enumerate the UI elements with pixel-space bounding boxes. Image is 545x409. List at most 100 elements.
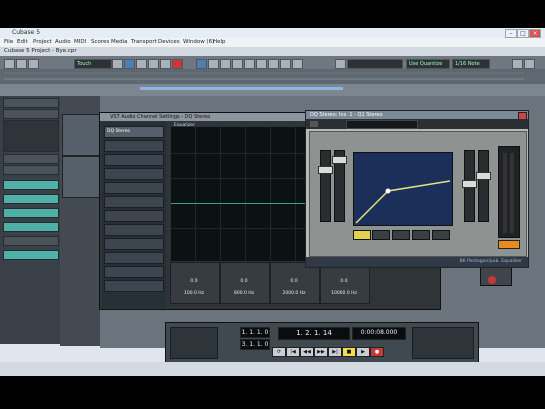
activate-project-button[interactable] xyxy=(4,59,15,69)
zoom-tool[interactable] xyxy=(256,59,267,69)
loop-button[interactable] xyxy=(112,59,123,69)
input-gain-knob[interactable] xyxy=(318,166,333,174)
auto-button[interactable] xyxy=(432,230,450,240)
insert-slot[interactable] xyxy=(104,196,164,208)
menu-help[interactable]: Help xyxy=(213,39,226,45)
snap-button[interactable] xyxy=(335,59,346,69)
output-knob[interactable] xyxy=(476,172,491,180)
compression-curve-display[interactable] xyxy=(353,152,453,226)
play-button[interactable] xyxy=(160,59,171,69)
punch-button[interactable] xyxy=(124,59,135,69)
left-locator[interactable]: 1. 1. 1. 0 xyxy=(240,327,270,338)
soft-knee-button[interactable] xyxy=(353,230,371,240)
insert-slot[interactable] xyxy=(104,140,164,152)
inspector-section-sends[interactable] xyxy=(3,208,59,218)
preset-select[interactable] xyxy=(346,120,418,129)
quantize-select[interactable]: 1/16 Note xyxy=(452,59,490,69)
eq-band-1[interactable]: 0.0 100.0 Hz xyxy=(170,262,220,304)
inspector-section-quick-controls[interactable] xyxy=(3,250,59,260)
eq-band-4[interactable]: 0.0 10000.0 Hz xyxy=(320,262,370,304)
play-tool[interactable] xyxy=(292,59,303,69)
window-layout-button[interactable] xyxy=(524,59,535,69)
inspector-section-notepad[interactable] xyxy=(3,236,59,246)
menu-project[interactable]: Project xyxy=(33,39,52,45)
minimize-button[interactable]: – xyxy=(505,29,517,38)
insert-slot[interactable] xyxy=(104,280,164,292)
insert-slot[interactable] xyxy=(104,238,164,250)
glue-tool[interactable] xyxy=(232,59,243,69)
release-button[interactable] xyxy=(412,230,430,240)
timeline-ruler[interactable] xyxy=(0,84,545,96)
menu-devices[interactable]: Devices xyxy=(158,39,180,45)
maximize-button[interactable]: □ xyxy=(517,29,529,38)
clip-indicator[interactable] xyxy=(498,240,520,249)
track-audio-1[interactable] xyxy=(62,114,100,156)
close-button[interactable]: × xyxy=(529,29,541,38)
menu-file[interactable]: File xyxy=(4,39,13,45)
insert-slot[interactable] xyxy=(104,224,164,236)
menu-window[interactable]: Window (6) xyxy=(183,39,214,45)
record-button[interactable]: ● xyxy=(370,347,384,357)
play-button[interactable]: ▶ xyxy=(356,347,370,357)
insert-slot[interactable] xyxy=(104,168,164,180)
inspector-track-header[interactable] xyxy=(3,98,59,108)
eq-band-3[interactable]: 0.0 2000.0 Hz xyxy=(270,262,320,304)
grid-type-select[interactable]: Use Quantize xyxy=(406,59,450,69)
cycle-button[interactable]: ⟳ xyxy=(272,347,286,357)
bypass-button[interactable] xyxy=(310,121,318,127)
draw-tool[interactable] xyxy=(280,59,291,69)
insert-slot[interactable] xyxy=(104,182,164,194)
input-gain-fader[interactable] xyxy=(320,150,331,222)
forward-button[interactable]: ▶▶ xyxy=(314,347,328,357)
menu-midi[interactable]: MIDI xyxy=(74,39,86,45)
makeup-gain-knob[interactable] xyxy=(462,180,477,188)
eq-band-2[interactable]: 0.0 800.0 Hz xyxy=(220,262,270,304)
insert-slot[interactable] xyxy=(104,266,164,278)
stop-button[interactable] xyxy=(148,59,159,69)
erase-tool[interactable] xyxy=(244,59,255,69)
secondary-time-display[interactable]: 0:00:08.000 xyxy=(352,327,406,340)
cycle-range[interactable] xyxy=(140,87,343,90)
right-locator[interactable]: 3. 1. 1. 0 xyxy=(240,339,270,350)
automation-mode-select[interactable]: Touch xyxy=(74,59,112,69)
ratio-button[interactable] xyxy=(372,230,390,240)
channel-track-name[interactable]: DQ Stereo xyxy=(104,126,164,138)
split-tool[interactable] xyxy=(220,59,231,69)
mute-tool[interactable] xyxy=(268,59,279,69)
primary-time-display[interactable]: 1. 2. 1. 14 xyxy=(278,327,350,340)
inspector-section-equalizers[interactable] xyxy=(3,194,59,204)
color-button[interactable] xyxy=(512,59,523,69)
insert-slot[interactable] xyxy=(104,252,164,264)
menu-edit[interactable]: Edit xyxy=(17,39,28,45)
menu-audio[interactable]: Audio xyxy=(55,39,71,45)
rewind-button[interactable] xyxy=(136,59,147,69)
threshold-knob[interactable] xyxy=(332,156,347,164)
rewind-button[interactable]: ◀◀ xyxy=(300,347,314,357)
inspector-buttons[interactable] xyxy=(3,109,59,119)
track-audio-2[interactable] xyxy=(62,156,100,198)
constrain-delay-button[interactable] xyxy=(16,59,27,69)
record-button[interactable] xyxy=(172,59,183,69)
go-to-end-button[interactable]: ▶| xyxy=(328,347,342,357)
info-line xyxy=(0,69,545,84)
inspector-input[interactable] xyxy=(3,154,59,164)
record-enable-icon[interactable] xyxy=(488,276,496,284)
object-selection-tool[interactable] xyxy=(196,59,207,69)
insert-slot[interactable] xyxy=(104,154,164,166)
menu-media[interactable]: Media xyxy=(111,39,128,45)
output-fader[interactable] xyxy=(478,150,489,222)
inspector-volume[interactable] xyxy=(3,120,59,152)
inspector-output[interactable] xyxy=(3,165,59,175)
eq-band-1-freq: 100.0 Hz xyxy=(183,291,205,296)
range-tool[interactable] xyxy=(208,59,219,69)
attack-button[interactable] xyxy=(392,230,410,240)
menu-scores[interactable]: Scores xyxy=(91,39,109,45)
snap-type-select[interactable] xyxy=(347,59,403,69)
stop-button[interactable]: ■ xyxy=(342,347,356,357)
show-inspector-button[interactable] xyxy=(28,59,39,69)
go-to-start-button[interactable]: |◀ xyxy=(286,347,300,357)
inspector-section-channel[interactable] xyxy=(3,222,59,232)
menu-transport[interactable]: Transport xyxy=(131,39,157,45)
insert-slot[interactable] xyxy=(104,210,164,222)
inspector-section-inserts[interactable] xyxy=(3,180,59,190)
